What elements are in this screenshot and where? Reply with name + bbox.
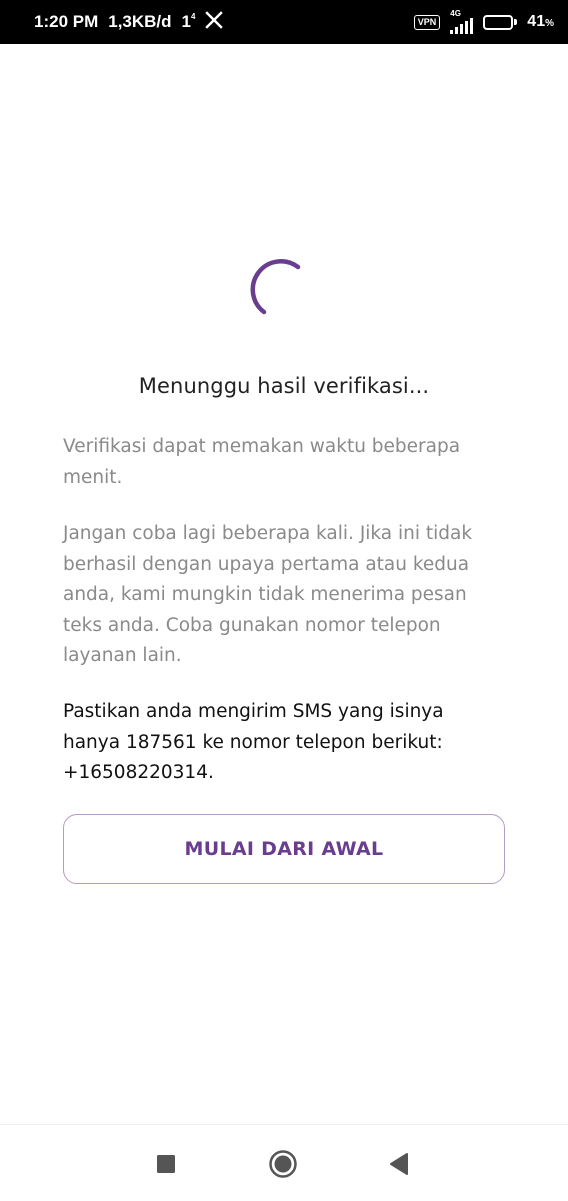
network-type: 4G — [450, 9, 461, 18]
battery-percent: 41% — [527, 13, 554, 31]
page-title: Menunggu hasil verifikasi... — [138, 374, 430, 398]
triangle-back-icon[interactable] — [384, 1149, 414, 1179]
status-speed: 1,3KB/d — [108, 12, 172, 31]
loading-spinner-icon — [250, 256, 310, 316]
sim-indicator-label: 1 — [181, 12, 192, 31]
status-bar: 1:20 PM 1,3KB/d 14 VPN 4G 41% — [0, 0, 568, 44]
info-paragraph-duration: Verifikasi dapat memakan waktu beberapa … — [63, 436, 461, 488]
info-paragraph-retry: Jangan coba lagi beberapa kali. Jika ini… — [63, 523, 473, 666]
square-icon[interactable] — [151, 1149, 181, 1179]
sim-indicator: 14 — [181, 12, 196, 31]
status-time: 1:20 PM — [34, 12, 99, 31]
vpn-badge: VPN — [413, 14, 441, 30]
x-icon — [205, 10, 224, 34]
info-paragraph-sms: Pastikan anda mengirim SMS yang isinya h… — [63, 701, 444, 783]
battery-percent-value: 41 — [527, 13, 546, 30]
battery-icon — [483, 14, 518, 30]
system-nav-bar — [0, 1124, 568, 1201]
status-left: 1:20 PM 1,3KB/d 14 — [34, 0, 224, 44]
signal-icon: 4G — [450, 9, 474, 34]
restart-button[interactable]: MULAI DARI AWAL — [63, 814, 505, 884]
status-right: VPN 4G 41% — [413, 0, 554, 44]
circle-icon[interactable] — [268, 1149, 298, 1179]
battery-percent-unit: % — [545, 18, 554, 29]
